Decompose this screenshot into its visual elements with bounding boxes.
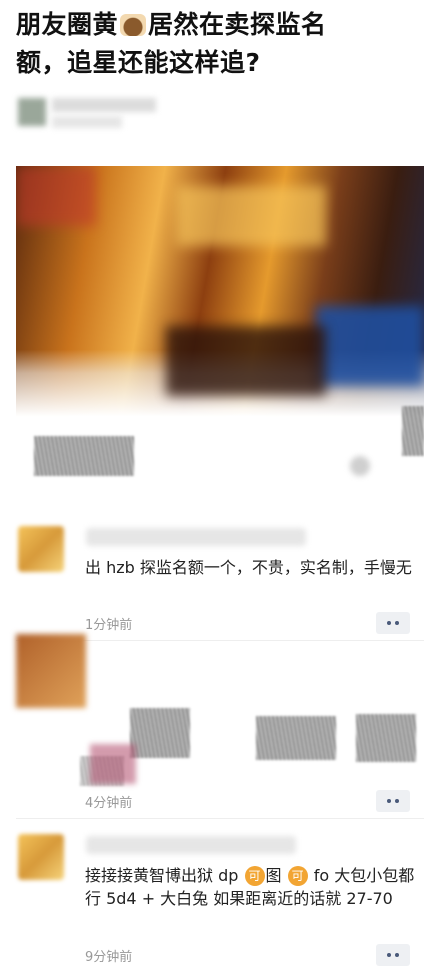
comment-avatar[interactable] [18,834,64,880]
dot-icon [395,953,399,957]
comment-more-button[interactable] [376,790,410,812]
author-avatar [18,98,46,126]
comment-text: 出 hzb 探监名额一个，不贵，实名制，手慢无 [85,558,412,577]
dot-icon [387,953,391,957]
photo-smear-red [16,166,96,226]
author-meta [52,116,122,128]
dot-icon [387,799,391,803]
photo-smear-blue [316,306,424,386]
can-badge: 可 [244,866,265,886]
photo-scribble-2 [402,406,424,456]
headline-line-2: 额，追星还能这样追? [16,48,261,77]
comment-text-part-1: 接接接黄智博出狱 dp [85,866,239,885]
comment-more-button[interactable] [376,612,410,634]
photo-watermark [350,456,370,476]
comment-time: 4分钟前 [85,796,133,811]
comment-avatar[interactable] [18,526,64,572]
comment-time: 9分钟前 [85,950,133,965]
photo-smear-dark [166,326,326,396]
dot-icon [387,621,391,625]
obscured-text-3 [356,714,416,762]
post-photo[interactable] [16,166,424,500]
dot-icon [395,621,399,625]
headline-part-2: 居然在卖探监名 [148,10,327,39]
photo-scribble-1 [34,436,134,476]
article-headline: 朋友圈黄 居然在卖探监名 额，追星还能这样追? [16,6,426,82]
obscured-sticker [90,744,136,784]
headline-part-1: 朋友圈黄 [16,10,119,39]
dot-icon [395,799,399,803]
post-author-row[interactable] [18,94,178,134]
comment-username[interactable] [86,528,306,546]
author-name [52,98,156,112]
comment-divider [16,818,424,819]
comment-time: 1分钟前 [85,618,133,633]
comment-text: 接接接黄智博出狱 dp 可图 可 fo 大包小包都行 5d4 + 大白兔 如果距… [85,864,415,910]
comment-username[interactable] [86,836,296,854]
comment-avatar[interactable] [16,634,86,708]
photo-smear-gold [176,186,326,246]
can-badge: 可 [287,866,308,886]
ox-emoji-icon [120,14,147,36]
obscured-text-2 [256,716,336,760]
comment-text-part-2: 图 [265,866,282,885]
obscured-text-1 [130,708,190,758]
comment-more-button[interactable] [376,944,410,966]
